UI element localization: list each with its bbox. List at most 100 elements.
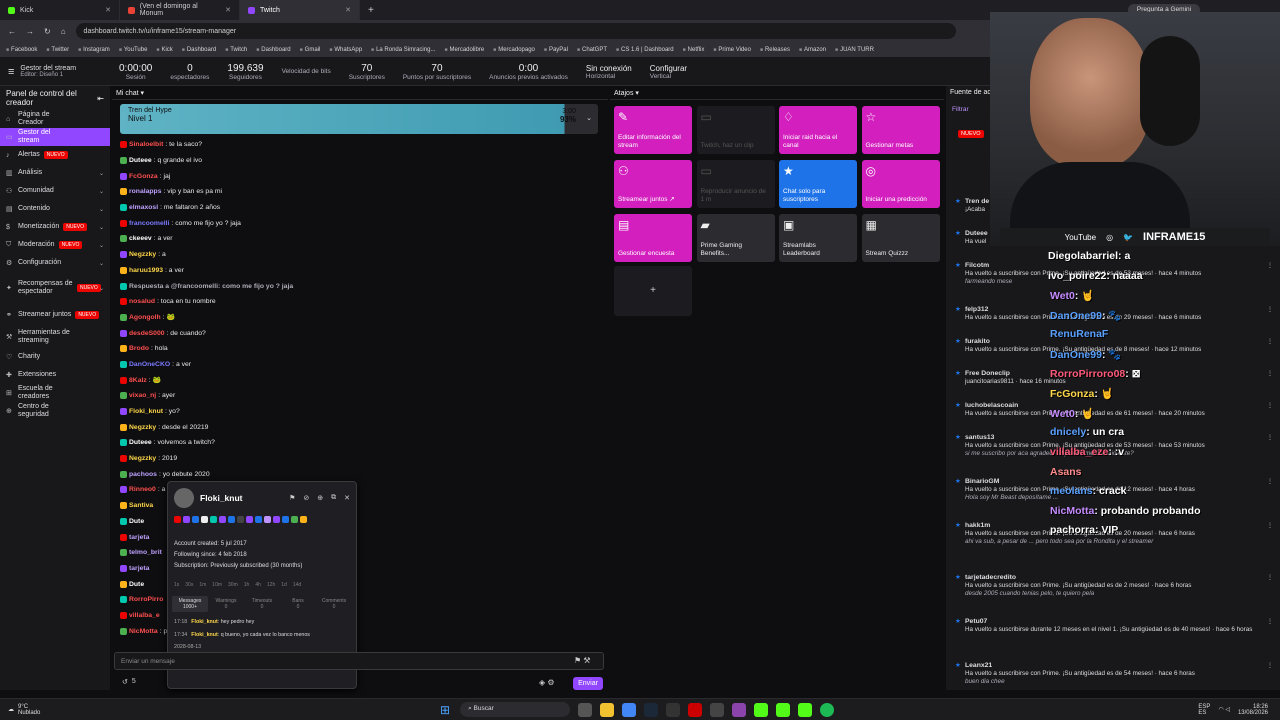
bookmark-item[interactable]: Mercadopago (493, 47, 535, 53)
timeout-button[interactable]: 1m (199, 582, 206, 588)
chat-message[interactable]: Duteee: volvemos a twitch? (112, 435, 608, 451)
close-icon[interactable]: ✕ (105, 6, 111, 14)
feed-user[interactable]: felp312 (965, 306, 988, 313)
menu-icon[interactable]: ≡ (8, 66, 14, 78)
chat-username[interactable]: Duteee (129, 157, 152, 164)
language-indicator[interactable]: ESP ES (1198, 704, 1210, 716)
feed-user[interactable]: Tren de (965, 198, 989, 205)
collapse-icon[interactable]: ⇤ (97, 94, 104, 103)
chat-message[interactable]: pachoos: yo debute 2020 (112, 466, 608, 482)
sidebar-item[interactable]: ⊕ Centro de seguridad (0, 402, 110, 420)
new-tab-icon[interactable]: + (360, 5, 382, 16)
pin-icon[interactable]: ⊕ (317, 494, 323, 502)
chat-message[interactable]: ckeeev: a ver (112, 231, 608, 247)
feed-user[interactable]: Free Doneclip (965, 370, 1010, 377)
timeout-button[interactable]: 1s (174, 582, 179, 588)
more-icon[interactable]: ⋮ (1267, 434, 1273, 442)
chat-username[interactable]: Negzzky (129, 251, 156, 258)
bookmark-item[interactable]: La Ronda Simracing... (371, 47, 435, 53)
chat-username[interactable]: ckeeev (129, 235, 152, 242)
task-view-icon[interactable] (578, 702, 593, 717)
feed-item[interactable]: tarjetadecredito Ha vuelto a suscribirse … (955, 574, 1273, 598)
chat-message[interactable]: DanOneCKO: a ver (112, 357, 608, 373)
chat-username[interactable]: francoomelli (129, 220, 169, 227)
chat-message[interactable]: francoomelli: como me fijo yo ? jaja (112, 215, 608, 231)
chat-username[interactable]: pachoos (129, 471, 157, 478)
url-input[interactable]: dashboard.twitch.tv/u/inframe15/stream-m… (75, 23, 956, 39)
chat-username[interactable]: tarjeta (129, 534, 149, 541)
chat-username[interactable]: Dute (129, 518, 144, 525)
bookmark-item[interactable]: Kick (156, 47, 172, 53)
feed-user[interactable]: tarjetadecredito (965, 574, 1016, 581)
browser-tab[interactable]: (Ven el domingo al Monum ✕ (120, 0, 240, 20)
timeout-button[interactable]: 1h (244, 582, 250, 588)
chrome-icon[interactable] (622, 702, 637, 717)
bookmark-item[interactable]: Mercadolibre (444, 47, 484, 53)
chat-message[interactable]: FcGonza: jaj (112, 168, 608, 184)
more-icon[interactable]: ⋮ (1267, 522, 1273, 530)
chat-username[interactable]: vixao_nj (129, 392, 156, 399)
timeout-button[interactable]: 30m (228, 582, 238, 588)
obs-icon[interactable] (710, 702, 725, 717)
bookmark-item[interactable]: CS 1.6 | Dashboard (616, 47, 674, 53)
block-icon[interactable]: ⊘ (303, 494, 309, 502)
feed-user[interactable]: Petu07 (965, 618, 987, 625)
sidebar-item[interactable]: ⌂ Página de Creador (0, 110, 110, 128)
chat-username[interactable]: tarjeta (129, 565, 149, 572)
more-icon[interactable]: ⋮ (1267, 574, 1273, 582)
bookmark-item[interactable]: Gmail (300, 47, 321, 53)
chat-message[interactable]: ronalapps: vip y ban es pa mi (112, 184, 608, 200)
kick-icon[interactable] (776, 702, 791, 717)
chat-username[interactable]: desdeS000 (129, 330, 165, 337)
chat-message[interactable]: nosalud: toca en tu nombre (112, 294, 608, 310)
stream-manager-title[interactable]: ≡ Gestor del stream Editor: Diseño 1 (0, 65, 110, 78)
more-icon[interactable]: ⋮ (1267, 402, 1273, 410)
sidebar-item[interactable]: ⚇ Comunidad ⌄ (0, 182, 110, 200)
add-shortcut-button[interactable]: + (614, 266, 692, 316)
app-icon[interactable] (688, 702, 703, 717)
sidebar-item[interactable]: ♪ Alertas NUEVO (0, 146, 110, 164)
shortcut-tile[interactable]: ▦ Stream Quizzz (861, 214, 940, 262)
chevron-down-icon[interactable]: ⌄ (586, 114, 592, 122)
app-icon[interactable] (732, 702, 747, 717)
close-icon[interactable]: ✕ (345, 6, 351, 14)
kick-icon[interactable] (754, 702, 769, 717)
more-icon[interactable]: ⋮ (1267, 662, 1273, 670)
feed-user[interactable]: luchobelascoain (965, 402, 1018, 409)
shortcut-tile[interactable]: ▰ Prime Gaming Benefits... (696, 214, 775, 262)
chat-username[interactable]: RorroPirro (129, 596, 163, 603)
timeout-button[interactable]: 14d (293, 582, 301, 588)
feed-item[interactable]: Petu07 Ha vuelto a suscribirse durante 12… (955, 618, 1273, 634)
chat-message[interactable]: Brodo: hola (112, 341, 608, 357)
clock[interactable]: 18:26 13/08/2026 (1238, 704, 1268, 716)
bookmark-item[interactable]: WhatsApp (329, 47, 362, 53)
gift-icon[interactable]: ⚑ (289, 494, 295, 502)
bookmark-item[interactable]: JUAN TURR (835, 47, 874, 53)
timeout-button[interactable]: 30s (185, 582, 193, 588)
user-card-tab[interactable]: Messages 1000+ (172, 596, 208, 612)
shortcut-tile[interactable]: ⚇ Streamear juntos ↗ (614, 160, 692, 208)
more-icon[interactable]: ⋮ (1267, 262, 1273, 270)
chat-input[interactable]: Enviar un mensaje (114, 652, 604, 670)
sidebar-item[interactable]: ⚭ Streamear juntos NUEVO (0, 304, 110, 326)
feed-item[interactable]: luchobelascoain Ha vuelto a suscribirse c… (955, 402, 1273, 418)
chat-message[interactable]: vixao_nj: ayer (112, 388, 608, 404)
app-icon[interactable] (666, 702, 681, 717)
user-card-name[interactable]: Floki_knut (200, 493, 243, 503)
browser-tab[interactable]: Twitch ✕ (240, 0, 360, 20)
wifi-icon[interactable]: ◠ ◁ (1218, 706, 1230, 713)
feed-user[interactable]: santus13 (965, 434, 994, 441)
sidebar-item[interactable]: ▥ Análisis ⌄ (0, 164, 110, 182)
close-icon[interactable]: ✕ (225, 6, 231, 14)
feed-user[interactable]: Duteee (965, 230, 988, 237)
chat-username[interactable]: telmo_brit (129, 549, 162, 556)
popout-icon[interactable]: ⧉ (331, 494, 336, 502)
chat-username[interactable]: Negzzky (129, 455, 156, 462)
browser-tab[interactable]: Kick ✕ (0, 0, 120, 20)
chat-message[interactable]: Floki_knut: yo? (112, 404, 608, 420)
user-card-tab[interactable]: Warnings 0 (208, 596, 244, 612)
more-icon[interactable]: ⋮ (1267, 306, 1273, 314)
chat-username[interactable]: Duteee (129, 439, 152, 446)
shortcut-tile[interactable]: ▤ Gestionar encuesta (614, 214, 692, 262)
chat-message[interactable]: elmaxosl: me faltaron 2 años (112, 200, 608, 216)
